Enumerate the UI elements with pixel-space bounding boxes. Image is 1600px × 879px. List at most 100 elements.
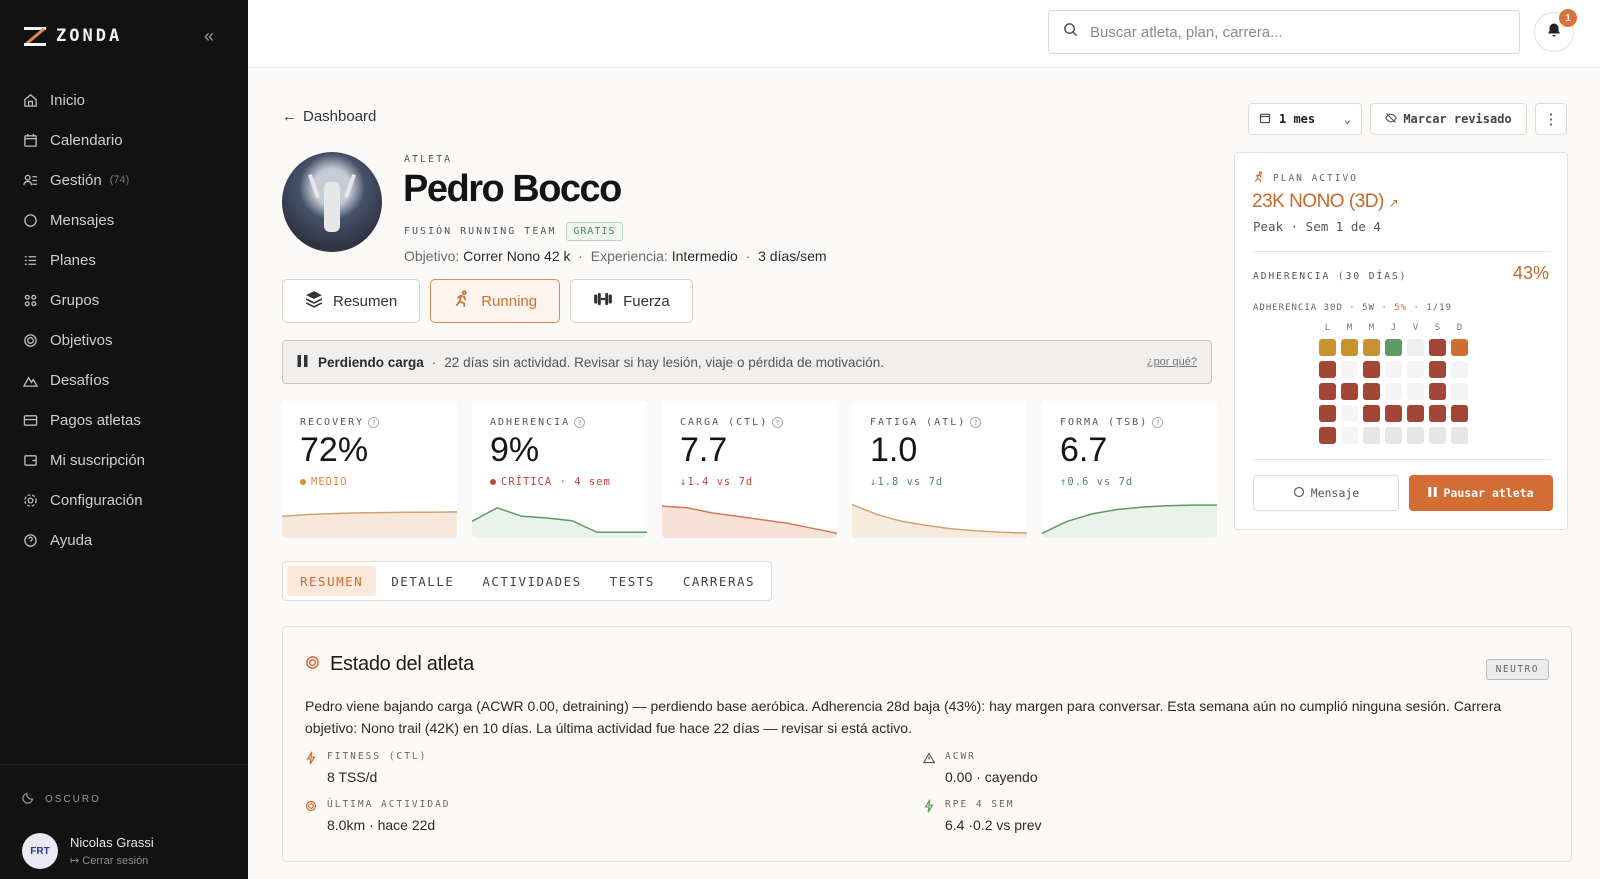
tab-label: Fuerza: [623, 292, 670, 310]
alert-title: Perdiendo carga: [318, 354, 424, 370]
sidebar-item-label: Planes: [50, 251, 96, 269]
heatmap-cell[interactable]: [1341, 339, 1358, 356]
heatmap-cell[interactable]: [1451, 383, 1468, 400]
notifications-button[interactable]: 1: [1534, 9, 1577, 52]
sidebar-item-label: Mi suscripción: [50, 451, 146, 469]
heatmap-cell[interactable]: [1319, 427, 1336, 444]
sidebar-item-suscripcion[interactable]: Mi suscripción: [0, 440, 248, 480]
heatmap-cell[interactable]: [1341, 427, 1358, 444]
more-vertical-icon: ⋮: [1543, 111, 1559, 128]
heatmap-cell[interactable]: [1451, 405, 1468, 422]
metric-card-recovery[interactable]: RECOVERY ? 72% MEDIO: [282, 401, 457, 538]
tab-detalle[interactable]: DETALLE: [378, 566, 467, 596]
collapse-sidebar-icon[interactable]: «: [204, 26, 214, 47]
message-button[interactable]: Mensaje: [1253, 475, 1399, 511]
kv-key: RPE 4 SEM: [945, 799, 1015, 810]
kv-fitness: FITNESS (CTL) 8 TSS/d: [305, 751, 427, 785]
sidebar-item-planes[interactable]: Planes: [0, 240, 248, 280]
sidebar-item-mensajes[interactable]: Mensajes: [0, 200, 248, 240]
weekday-label: M: [1368, 323, 1375, 333]
more-options-button[interactable]: ⋮: [1535, 103, 1567, 135]
tab-running[interactable]: Running: [430, 279, 561, 323]
heatmap-cell[interactable]: [1319, 405, 1336, 422]
heatmap-cell[interactable]: [1429, 405, 1446, 422]
weekday-label: L: [1324, 323, 1331, 333]
heatmap-cell[interactable]: [1363, 405, 1380, 422]
sidebar-item-configuracion[interactable]: Configuración: [0, 480, 248, 520]
metric-card-fatiga[interactable]: FATIGA (ATL) ? 1.0 ↓1.8 vs 7d: [852, 401, 1027, 538]
sidebar-item-calendario[interactable]: Calendario: [0, 120, 248, 160]
kv-acwr: ACWR 0.00 · cayendo: [922, 751, 1038, 785]
heatmap-cell[interactable]: [1429, 427, 1446, 444]
user-profile[interactable]: FRT Nicolas Grassi ↦ Cerrar sesión: [22, 833, 154, 869]
heatmap-cell[interactable]: [1385, 427, 1402, 444]
heatmap-cell[interactable]: [1341, 405, 1358, 422]
sidebar-item-objetivos[interactable]: Objetivos: [0, 320, 248, 360]
heatmap-cell[interactable]: [1407, 339, 1424, 356]
heatmap-cell[interactable]: [1407, 361, 1424, 378]
sidebar-item-pagos[interactable]: Pagos atletas: [0, 400, 248, 440]
heatmap-cell[interactable]: [1385, 361, 1402, 378]
sidebar-item-inicio[interactable]: Inicio: [0, 80, 248, 120]
heatmap-cell[interactable]: [1385, 383, 1402, 400]
heatmap-cell[interactable]: [1451, 339, 1468, 356]
heatmap-cell[interactable]: [1319, 361, 1336, 378]
sidebar-item-ayuda[interactable]: Ayuda: [0, 520, 248, 560]
heatmap-cell[interactable]: [1385, 405, 1402, 422]
sidebar-item-gestion[interactable]: Gestión (74): [0, 160, 248, 200]
dumbbell-icon: [593, 290, 613, 312]
search-box[interactable]: [1048, 10, 1520, 54]
metric-card-carga[interactable]: CARGA (CTL) ? 7.7 ↓1.4 vs 7d: [662, 401, 837, 538]
heatmap-cell[interactable]: [1385, 339, 1402, 356]
heatmap-cell[interactable]: [1451, 361, 1468, 378]
metric-card-adherencia[interactable]: ADHERENCIA ? 9% CRÍTICA · 4 sem: [472, 401, 647, 538]
period-select[interactable]: 1 mes ⌄: [1248, 103, 1362, 135]
heatmap-cell[interactable]: [1407, 405, 1424, 422]
experience-value: Intermedio: [671, 248, 738, 264]
tab-tests[interactable]: TESTS: [597, 566, 668, 596]
info-icon[interactable]: ?: [1152, 417, 1164, 428]
tab-actividades[interactable]: ACTIVIDADES: [469, 566, 594, 596]
alert-why-link[interactable]: ¿por qué?: [1147, 356, 1197, 368]
tab-fuerza[interactable]: Fuerza: [570, 279, 693, 323]
sidebar-item-desafios[interactable]: Desafíos: [0, 360, 248, 400]
theme-toggle[interactable]: OSCURO: [22, 791, 101, 807]
mark-reviewed-button[interactable]: Marcar revisado: [1370, 103, 1527, 135]
back-link[interactable]: ← Dashboard: [282, 108, 376, 125]
tier-badge: GRATIS: [566, 222, 623, 241]
tab-resumen-section[interactable]: RESUMEN: [287, 566, 377, 596]
logout-link[interactable]: ↦ Cerrar sesión: [70, 854, 154, 867]
heatmap-cell[interactable]: [1341, 361, 1358, 378]
mark-reviewed-label: Marcar revisado: [1403, 112, 1512, 126]
pause-athlete-button[interactable]: Pausar atleta: [1409, 475, 1553, 511]
heatmap-cell[interactable]: [1319, 383, 1336, 400]
heatmap-cell[interactable]: [1363, 427, 1380, 444]
sidebar-item-grupos[interactable]: Grupos: [0, 280, 248, 320]
heatmap-cell[interactable]: [1407, 427, 1424, 444]
search-input[interactable]: [1090, 23, 1490, 41]
back-label: Dashboard: [303, 108, 377, 125]
info-icon[interactable]: ?: [574, 417, 586, 428]
plan-name-link[interactable]: 23K NONO (3D) ↗: [1252, 191, 1399, 213]
metric-card-forma[interactable]: FORMA (TSB) ? 6.7 ↑0.6 vs 7d: [1042, 401, 1217, 538]
sidebar-item-label: Mensajes: [50, 211, 115, 229]
info-icon[interactable]: ?: [970, 417, 982, 428]
kv-last-activity: ÚLTIMA ACTIVIDAD 8.0km · hace 22d: [305, 799, 451, 833]
arrow-left-icon: ←: [282, 108, 297, 125]
heatmap-cell[interactable]: [1363, 339, 1380, 356]
heatmap-cell[interactable]: [1363, 383, 1380, 400]
heatmap-cell[interactable]: [1451, 427, 1468, 444]
heatmap-cell[interactable]: [1429, 383, 1446, 400]
heatmap-cell[interactable]: [1319, 339, 1336, 356]
heatmap-cell[interactable]: [1341, 383, 1358, 400]
tab-carreras[interactable]: CARRERAS: [670, 566, 768, 596]
heatmap-cell[interactable]: [1429, 339, 1446, 356]
heatmap-cell[interactable]: [1429, 361, 1446, 378]
info-icon[interactable]: ?: [772, 417, 784, 428]
heatmap-cell[interactable]: [1407, 383, 1424, 400]
tab-resumen[interactable]: Resumen: [282, 279, 421, 323]
heatmap-cell[interactable]: [1363, 361, 1380, 378]
brand-logo[interactable]: ZONDA: [24, 26, 122, 46]
info-icon[interactable]: ?: [368, 417, 380, 428]
calendar-icon: [22, 132, 38, 148]
